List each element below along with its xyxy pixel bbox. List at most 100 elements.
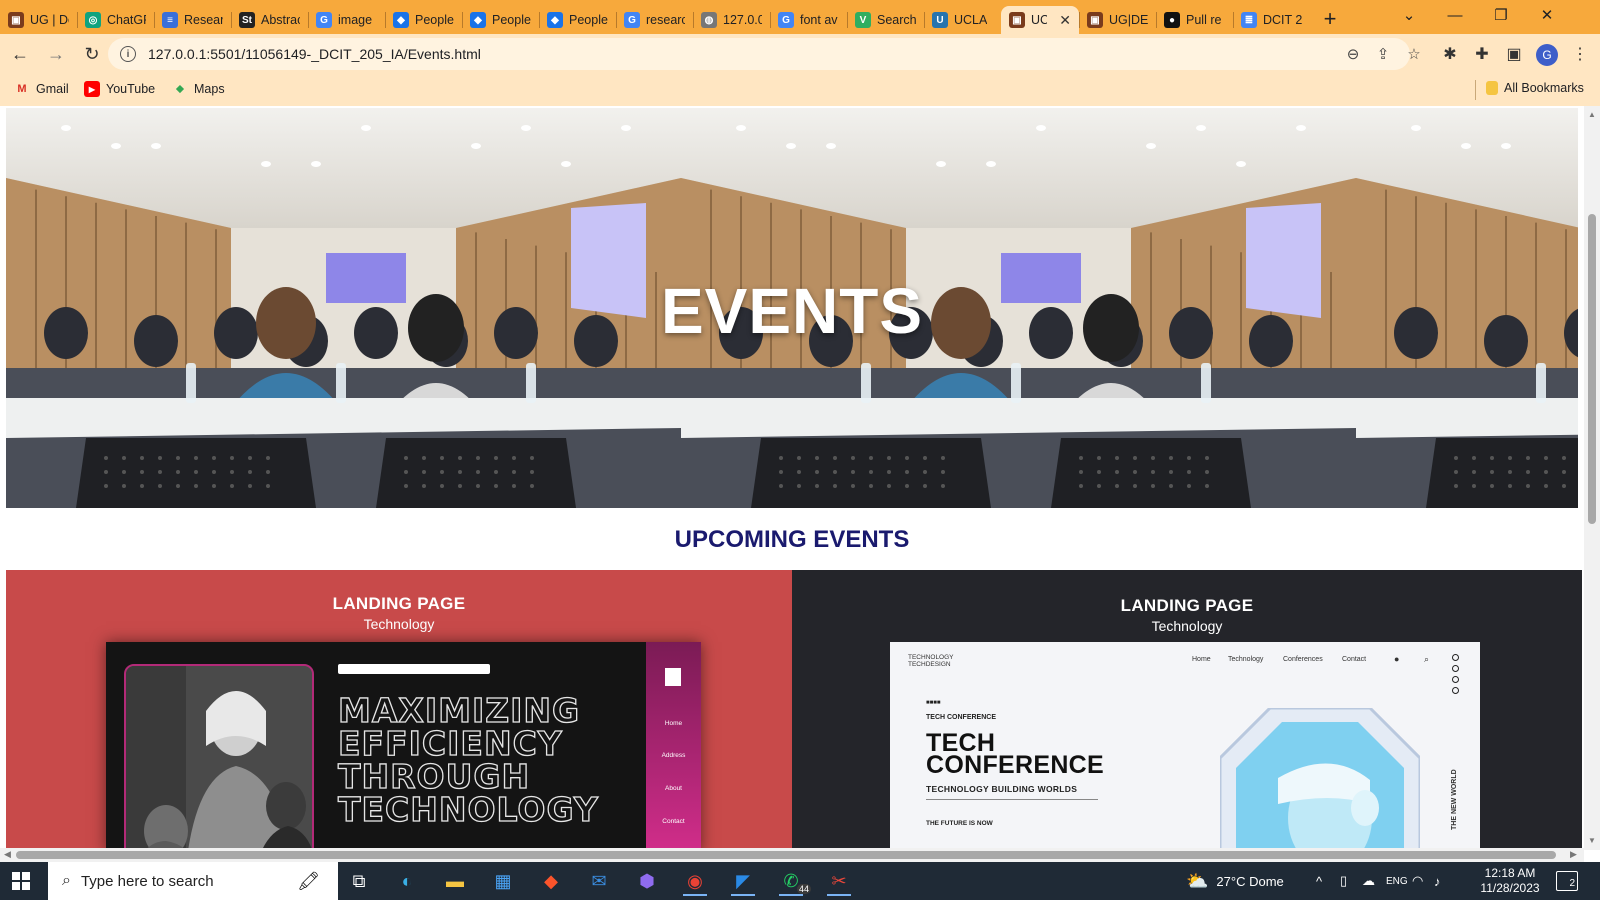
bookmark-gmail[interactable]: M Gmail <box>14 81 68 97</box>
tab-1[interactable]: ◎ ChatGP <box>77 7 154 33</box>
taskbar-clock[interactable]: 12:18 AM 11/28/2023 <box>1480 866 1540 896</box>
vscode-icon[interactable]: ◤ <box>722 866 764 896</box>
side-panel-icon[interactable]: ▣ <box>1504 44 1524 64</box>
language-indicator[interactable]: ENG <box>1386 862 1408 900</box>
tab-16[interactable]: ≣ DCIT 2 <box>1233 7 1310 33</box>
scroll-down-arrow[interactable]: ▼ <box>1588 836 1596 845</box>
extensions-puzzle-icon[interactable]: ✚ <box>1472 44 1492 64</box>
site-info-icon[interactable]: i <box>120 46 136 62</box>
tab-15[interactable]: ● Pull re <box>1156 7 1233 33</box>
bookmark-youtube[interactable]: ▶ YouTube <box>84 81 155 97</box>
page-viewport: EVENTS UPCOMING EVENTS LANDING PAGE Tech… <box>0 106 1600 850</box>
url-text[interactable]: 127.0.0.1:5501/11056149-_DCIT_205_IA/Eve… <box>148 46 481 62</box>
mockup-search-bar <box>338 664 490 674</box>
tab-7[interactable]: ◆ People <box>539 7 616 33</box>
tab-title: People <box>492 13 531 27</box>
scrollbar-thumb[interactable] <box>16 851 1556 859</box>
tab-12[interactable]: U UCLA <box>924 7 1001 33</box>
extension-bug-icon[interactable]: ✱ <box>1440 44 1460 64</box>
cloud-icon[interactable]: ☁ <box>1362 862 1375 900</box>
tab-4[interactable]: Gimage <box>308 7 385 33</box>
horizontal-scrollbar[interactable]: ◀ ▶ <box>0 848 1584 862</box>
tab-6[interactable]: ◆ People <box>462 7 539 33</box>
close-tab-icon[interactable]: ✕ <box>1059 12 1071 29</box>
volume-icon[interactable]: ♪ <box>1434 862 1441 900</box>
ucla-icon: U <box>932 12 948 28</box>
section-title: UPCOMING EVENTS <box>674 526 910 553</box>
tab-9[interactable]: ◍ 127.0.0 <box>693 7 770 33</box>
chrome-icon[interactable]: ◉ <box>674 866 716 896</box>
bookmark-star-icon[interactable]: ☆ <box>1405 45 1423 63</box>
app-purple-icon[interactable]: ⬢ <box>626 866 668 896</box>
mockup-brand: TECHNOLOGY TECHDESIGN <box>908 654 954 668</box>
share-icon[interactable]: ⇪ <box>1374 45 1392 63</box>
mockup-logo-icon <box>665 668 681 686</box>
tab-8[interactable]: Gresearc <box>616 7 693 33</box>
tab-0[interactable]: ▣ UG | Dc <box>0 7 77 33</box>
device-icon[interactable]: ▯ <box>1340 862 1347 900</box>
tab-title: ChatGP <box>107 13 146 27</box>
snipping-tool-icon[interactable]: ✂ <box>818 866 860 896</box>
restore-button[interactable]: ❐ <box>1478 0 1524 30</box>
landing-page-mockup: MAXIMIZING EFFICIENCY THROUGH TECHNOLOGY… <box>106 642 701 850</box>
scroll-up-arrow[interactable]: ▲ <box>1588 110 1596 119</box>
whatsapp-icon[interactable]: ✆ 44 <box>770 866 812 896</box>
google-icon: G <box>316 12 332 28</box>
zoom-icon[interactable]: ⊖ <box>1344 45 1362 63</box>
tab-title: Search <box>877 13 916 27</box>
tab-title: UG | Dc <box>30 13 69 27</box>
tab-13[interactable]: ▣ UC ✕ <box>1001 6 1079 34</box>
address-bar[interactable]: i 127.0.0.1:5501/11056149-_DCIT_205_IA/E… <box>108 38 1421 70</box>
notification-center-button[interactable]: 2 <box>1556 871 1578 891</box>
card-header: LANDING PAGE Technology <box>6 594 792 632</box>
search-v-icon: V <box>855 12 871 28</box>
taskbar-search[interactable]: ⌕ Type here to search 🖍 <box>48 862 338 900</box>
tab-5[interactable]: ◆ People <box>385 7 462 33</box>
tab-11[interactable]: V Search <box>847 7 924 33</box>
tab-search-icon[interactable]: ⌄ <box>1386 0 1432 30</box>
people-photo <box>124 664 314 850</box>
tab-14[interactable]: ▣ UG|DE <box>1079 7 1156 33</box>
event-card-2[interactable]: LANDING PAGE Technology TECHNOLOGY TECHD… <box>792 570 1582 850</box>
mockup-bars-icon: ■■■■ <box>926 700 941 706</box>
vertical-scrollbar[interactable]: ▲ ▼ <box>1584 106 1600 850</box>
tab-title: researc <box>646 13 685 27</box>
tab-title: font av <box>800 13 838 27</box>
tab-title: UCLA <box>954 13 988 27</box>
tab-title: 127.0.0 <box>723 13 762 27</box>
store-icon[interactable]: ▦ <box>482 866 524 896</box>
tech-conference-mockup: TECHNOLOGY TECHDESIGN Home Technology Co… <box>890 642 1480 850</box>
new-tab-button[interactable]: + <box>1316 5 1344 33</box>
tab-10[interactable]: Gfont av <box>770 7 847 33</box>
reload-button[interactable]: ↻ <box>76 38 108 70</box>
menu-kebab-icon[interactable]: ⋮ <box>1570 44 1590 64</box>
file-explorer-icon[interactable]: ▬ <box>434 866 476 896</box>
mockup-tag: TECH CONFERENCE <box>926 714 997 721</box>
wifi-icon[interactable]: ◠ <box>1412 862 1423 900</box>
scrollbar-thumb[interactable] <box>1588 214 1596 524</box>
weather-widget[interactable]: ⛅ 27°C Dome <box>1186 862 1284 900</box>
profile-avatar[interactable]: G <box>1536 44 1558 66</box>
mail-icon[interactable]: ✉ <box>578 866 620 896</box>
edge-icon[interactable]: ◐ <box>386 866 428 896</box>
close-window-button[interactable]: ✕ <box>1524 0 1570 30</box>
card-subheading: Technology <box>363 616 435 632</box>
hero-title: EVENTS <box>660 275 924 347</box>
brave-icon[interactable]: ◆ <box>530 866 572 896</box>
forward-button[interactable]: → <box>40 38 72 70</box>
windows-start-button[interactable] <box>12 872 30 890</box>
scroll-right-arrow[interactable]: ▶ <box>1570 849 1577 860</box>
scroll-left-arrow[interactable]: ◀ <box>4 849 11 860</box>
tab-title: Pull re <box>1186 13 1222 27</box>
event-card-1[interactable]: LANDING PAGE Technology MAXIMIZING EFFIC… <box>6 570 792 850</box>
show-hidden-icons[interactable]: ^ <box>1316 862 1322 900</box>
tab-title: Resear <box>184 13 223 27</box>
back-button[interactable]: ← <box>4 38 36 70</box>
tab-2[interactable]: ≡ Resear <box>154 7 231 33</box>
search-icon: ⌕ <box>62 872 71 889</box>
minimize-button[interactable]: — <box>1432 0 1478 30</box>
all-bookmarks[interactable]: All Bookmarks <box>1486 81 1584 95</box>
task-view-icon[interactable]: ⧉ <box>338 866 380 896</box>
bookmark-maps[interactable]: ⬥ Maps <box>172 81 224 97</box>
tab-3[interactable]: St Abstrac <box>231 7 308 33</box>
